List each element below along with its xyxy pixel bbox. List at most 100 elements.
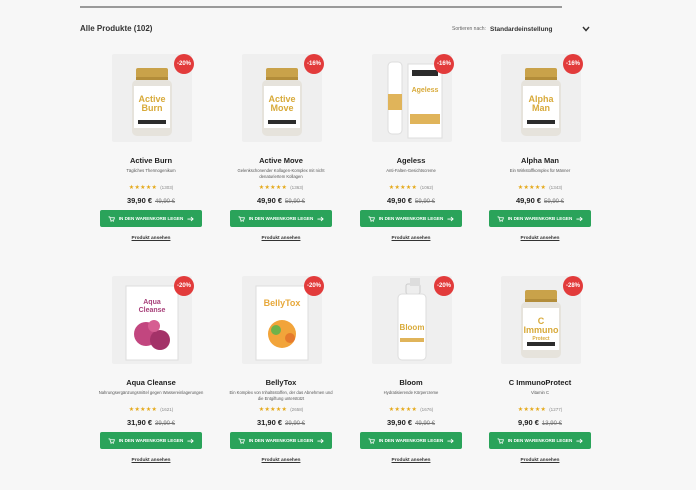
cart-icon — [108, 437, 115, 444]
add-to-cart-label: IN DEN WARENKORB LEGEN — [118, 216, 184, 221]
discount-badge: -20% — [174, 276, 194, 296]
product-description: Hydratisierende Körpercreme — [383, 390, 439, 395]
add-to-cart-button[interactable]: IN DEN WARENKORB LEGEN — [489, 432, 591, 449]
price: 39,90 €49,90 € — [90, 196, 212, 205]
add-to-cart-button[interactable]: IN DEN WARENKORB LEGEN — [230, 432, 332, 449]
product-card[interactable]: Ageless -16% Ageless Anti-Falten-Gesicht… — [350, 54, 472, 268]
view-product-link[interactable]: Produkt ansehen — [479, 236, 601, 241]
view-product-link[interactable]: Produkt ansehen — [220, 458, 342, 463]
product-card[interactable]: Alpha Man -16% Alpha Man Ein Wirkstoffko… — [479, 54, 601, 268]
product-description: Gelenkschonender Kollagen-Komplex mit ni… — [237, 168, 325, 179]
sort-label: Sortieren nach: — [452, 26, 486, 32]
view-product-link[interactable]: Produkt ansehen — [90, 458, 212, 463]
rating-stars: ★★★★★ (1343) — [479, 184, 601, 191]
arrow-right-icon — [187, 216, 195, 221]
rating-stars: ★★★★★ (1303) — [90, 184, 212, 191]
add-to-cart-button[interactable]: IN DEN WARENKORB LEGEN — [360, 210, 462, 227]
product-name[interactable]: BellyTox — [220, 378, 342, 387]
add-to-cart-button[interactable]: IN DEN WARENKORB LEGEN — [360, 432, 462, 449]
star-icons: ★★★★★ — [258, 185, 288, 191]
old-price: 59,90 € — [285, 199, 306, 205]
rating-stars: ★★★★★ (1363) — [220, 184, 342, 191]
product-description: Vitamin C — [530, 390, 550, 395]
chevron-down-icon — [582, 26, 590, 32]
svg-text:Cleanse: Cleanse — [139, 307, 166, 314]
star-icons: ★★★★★ — [388, 407, 418, 413]
price: 31,90 €39,90 € — [220, 418, 342, 427]
add-to-cart-label: IN DEN WARENKORB LEGEN — [378, 438, 444, 443]
view-product-link[interactable]: Produkt ansehen — [479, 458, 601, 463]
view-product-link[interactable]: Produkt ansehen — [350, 458, 472, 463]
add-to-cart-button[interactable]: IN DEN WARENKORB LEGEN — [489, 210, 591, 227]
product-name[interactable]: Active Burn — [90, 156, 212, 165]
old-price: 59,90 € — [544, 199, 565, 205]
add-to-cart-button[interactable]: IN DEN WARENKORB LEGEN — [100, 210, 202, 227]
rating-stars: ★★★★★ (1621) — [90, 406, 212, 413]
price: 49,90 €59,90 € — [220, 196, 342, 205]
review-count: (2658) — [290, 407, 304, 412]
discount-badge: -20% — [174, 54, 194, 74]
arrow-right-icon — [576, 216, 584, 221]
product-name[interactable]: Ageless — [350, 156, 472, 165]
current-price: 9,90 € — [518, 418, 539, 427]
current-price: 49,90 € — [515, 196, 541, 205]
product-name[interactable]: Aqua Cleanse — [90, 378, 212, 387]
product-card[interactable]: Active Burn -20% Active Burn Tägliches T… — [90, 54, 212, 268]
current-price: 39,90 € — [126, 196, 152, 205]
product-name[interactable]: Active Move — [220, 156, 342, 165]
view-product-link[interactable]: Produkt ansehen — [90, 236, 212, 241]
add-to-cart-label: IN DEN WARENKORB LEGEN — [248, 216, 314, 221]
arrow-right-icon — [576, 438, 584, 443]
arrow-right-icon — [317, 438, 325, 443]
discount-badge: -28% — [563, 276, 583, 296]
star-icons: ★★★★★ — [517, 185, 547, 191]
product-description: Ein Wirkstoffkomplex für Männer — [509, 168, 571, 173]
product-card[interactable]: BellyTox -20% BellyTox Ein Komplex von I… — [220, 276, 342, 490]
arrow-right-icon — [447, 216, 455, 221]
product-name[interactable]: Alpha Man — [479, 156, 601, 165]
review-count: (1363) — [290, 185, 304, 190]
cart-icon — [497, 437, 504, 444]
view-product-link[interactable]: Produkt ansehen — [350, 236, 472, 241]
price: 31,90 €39,90 € — [90, 418, 212, 427]
sort-select[interactable]: Standardeinstellung — [490, 23, 590, 35]
view-product-link[interactable]: Produkt ansehen — [220, 236, 342, 241]
cart-icon — [368, 215, 375, 222]
current-price: 49,90 € — [256, 196, 282, 205]
discount-badge: -20% — [304, 276, 324, 296]
top-scroll-bar — [80, 0, 590, 10]
star-icons: ★★★★★ — [388, 185, 418, 191]
svg-text:BellyTox: BellyTox — [264, 298, 301, 308]
product-card[interactable]: Active Move -16% Active Move Gelenkschon… — [220, 54, 342, 268]
product-description: Tägliches Thermogenikum — [126, 168, 176, 173]
add-to-cart-label: IN DEN WARENKORB LEGEN — [118, 438, 184, 443]
price: 49,90 €59,90 € — [350, 196, 472, 205]
cart-icon — [368, 437, 375, 444]
product-card[interactable]: Aqua Cleanse -20% Aqua Cleanse Nahrungse… — [90, 276, 212, 490]
review-count: (1277) — [549, 407, 563, 412]
old-price: 13,90 € — [541, 421, 562, 427]
rating-stars: ★★★★★ (1676) — [350, 406, 472, 413]
product-card[interactable]: Bloom -20% Bloom Hydratisierende Körperc… — [350, 276, 472, 490]
product-name[interactable]: C ImmunoProtect — [479, 378, 601, 387]
current-price: 31,90 € — [256, 418, 282, 427]
svg-text:Bloom: Bloom — [400, 323, 425, 332]
svg-text:Man: Man — [532, 103, 550, 113]
discount-badge: -16% — [563, 54, 583, 74]
add-to-cart-button[interactable]: IN DEN WARENKORB LEGEN — [100, 432, 202, 449]
cart-icon — [108, 215, 115, 222]
product-card[interactable]: C Immuno Protect -28% C ImmunoProtect Vi… — [479, 276, 601, 490]
divider — [80, 6, 562, 8]
product-description: Ein Komplex von Inhaltsstoffen, der das … — [229, 390, 333, 401]
review-count: (1343) — [549, 185, 563, 190]
product-name[interactable]: Bloom — [350, 378, 472, 387]
star-icons: ★★★★★ — [258, 407, 288, 413]
add-to-cart-label: IN DEN WARENKORB LEGEN — [248, 438, 314, 443]
star-icons: ★★★★★ — [517, 407, 547, 413]
sort-value: Standardeinstellung — [490, 25, 553, 33]
add-to-cart-button[interactable]: IN DEN WARENKORB LEGEN — [230, 210, 332, 227]
current-price: 31,90 € — [126, 418, 152, 427]
cart-icon — [238, 215, 245, 222]
review-count: (1062) — [420, 185, 434, 190]
old-price: 39,90 € — [155, 421, 176, 427]
